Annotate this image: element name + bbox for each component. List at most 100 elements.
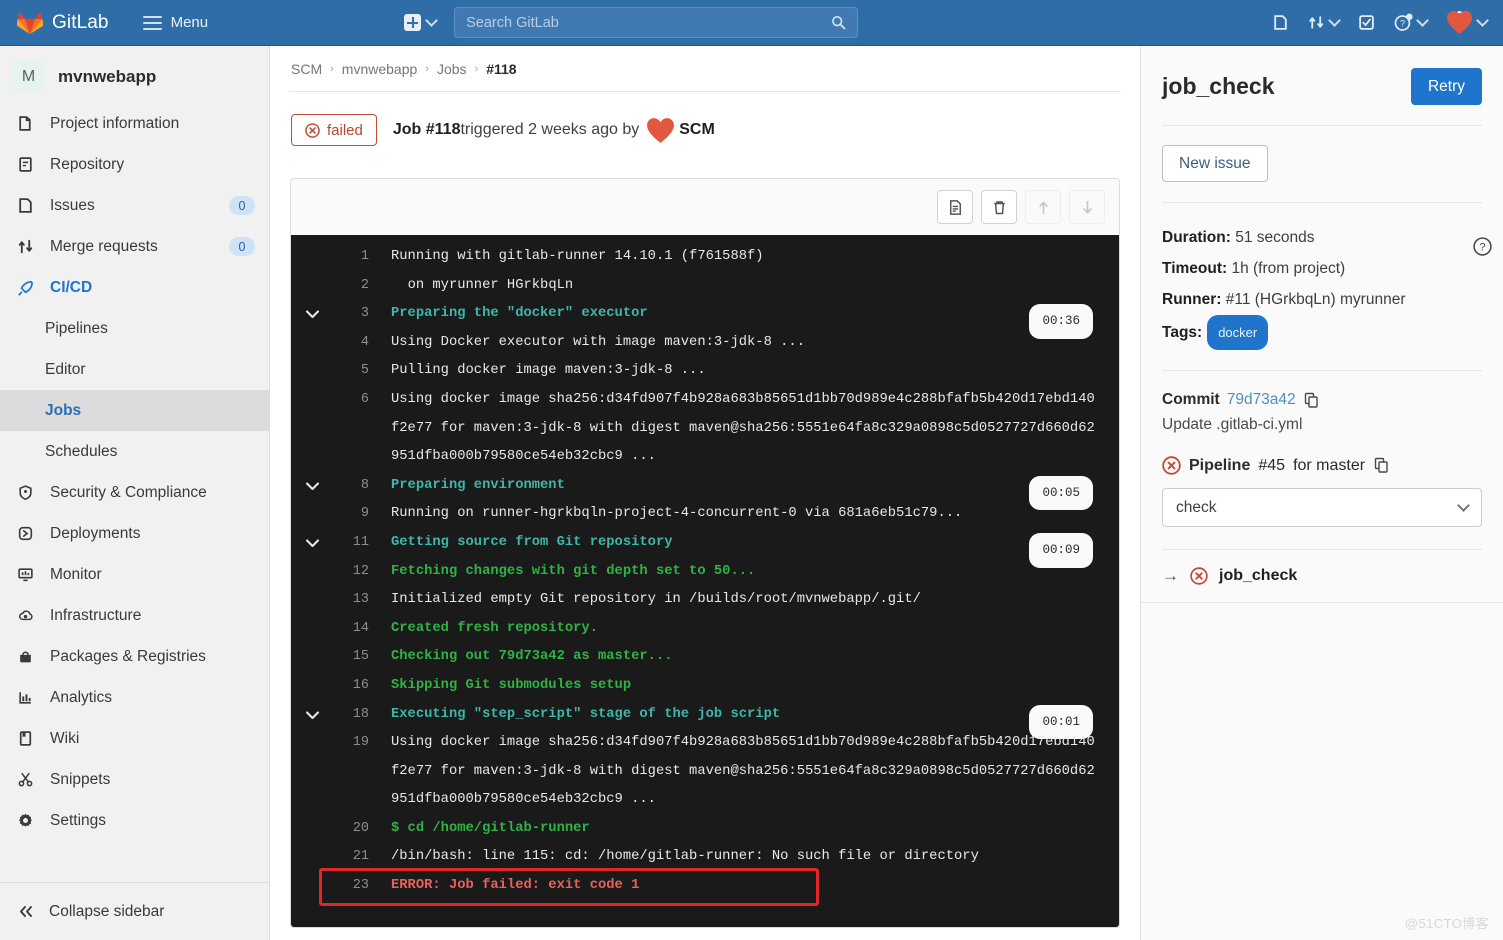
log-gutter [291, 558, 333, 567]
collapse-section-chevron-icon[interactable] [291, 529, 333, 549]
merge-requests-nav-icon[interactable] [1308, 14, 1341, 31]
failed-x-circle-icon [305, 122, 320, 138]
menu-label: Menu [170, 14, 209, 31]
help-icon[interactable]: ? [1472, 236, 1493, 257]
gitlab-brand-text: GitLab [52, 11, 109, 33]
log-line-text: Getting source from Git repository [391, 534, 673, 550]
log-line: 19 Using docker image sha256:d34fd907f4b9… [291, 729, 1119, 815]
arrow-down-icon [1082, 200, 1092, 213]
monitor-icon [16, 565, 35, 584]
sidebar-subitem-pipelines[interactable]: Pipelines [0, 308, 269, 349]
sidebar-item-label: Snippets [50, 770, 111, 788]
scroll-bottom-button[interactable] [1069, 190, 1105, 224]
copy-icon[interactable] [1373, 457, 1389, 474]
copy-icon[interactable] [1303, 392, 1319, 409]
new-issue-button[interactable]: New issue [1162, 145, 1268, 182]
sidebar-subitem-editor[interactable]: Editor [0, 349, 269, 390]
stage-job-name: job_check [1219, 567, 1298, 584]
stage-dropdown[interactable]: check [1162, 488, 1482, 527]
runner-label: Runner: [1162, 291, 1222, 308]
sidebar-project-header[interactable]: M mvnwebapp [0, 46, 269, 103]
watermark: @51CTO博客 [1404, 916, 1489, 931]
log-line-text: Initialized empty Git repository in /bui… [391, 592, 921, 608]
sidebar-item-settings[interactable]: Settings [0, 800, 269, 841]
sidebar-item-analytics[interactable]: Analytics [0, 677, 269, 718]
hamburger-icon [142, 15, 162, 30]
retry-button[interactable]: Retry [1410, 68, 1482, 105]
log-gutter [291, 643, 333, 652]
collapse-section-chevron-icon[interactable] [291, 472, 333, 492]
sidebar-item-snippets[interactable]: Snippets [0, 759, 269, 800]
collapse-sidebar-button[interactable]: Collapse sidebar [0, 882, 270, 940]
scroll-top-button[interactable] [1025, 190, 1061, 224]
user-menu[interactable] [1446, 10, 1489, 35]
status-badge[interactable]: failed [291, 114, 377, 146]
sidebar-nav-upper: Project information Repository Issues 0 [0, 103, 269, 308]
log-line-number: 4 [360, 334, 369, 350]
log-line-number: 2 [360, 277, 369, 293]
log-line: 21/bin/bash: line 115: cd: /home/gitlab-… [291, 843, 1119, 872]
sidebar-item-label: CI/CD [50, 278, 93, 296]
log-line-number: 5 [360, 363, 369, 379]
sidebar-item-ci-cd[interactable]: CI/CD [0, 267, 269, 308]
show-raw-button[interactable] [937, 190, 973, 224]
chevron-down-icon [1416, 14, 1429, 27]
double-chevron-left-icon [20, 906, 32, 917]
sidebar-item-infrastructure[interactable]: Infrastructure [0, 595, 269, 636]
search-icon [832, 16, 846, 30]
sidebar-item-packages-registries[interactable]: Packages & Registries [0, 636, 269, 677]
sidebar-subitem-schedules[interactable]: Schedules [0, 431, 269, 472]
pipeline-ref: for master [1293, 456, 1366, 474]
deployments-icon [16, 524, 35, 543]
job-log-output[interactable]: 1 Running with gitlab-runner 14.10.1 (f76… [291, 235, 1119, 927]
sidebar-item-security-compliance[interactable]: Security & Compliance [0, 472, 269, 513]
sidebar-item-monitor[interactable]: Monitor [0, 554, 269, 595]
breadcrumb-item-jobs[interactable]: Jobs [437, 61, 467, 77]
sidebar-item-wiki[interactable]: Wiki [0, 718, 269, 759]
log-line-number: 8 [360, 477, 369, 493]
log-line-text: on myrunner HGrkbqLn [391, 277, 574, 293]
global-search[interactable] [454, 7, 859, 38]
job-log-toolbar [291, 179, 1119, 235]
search-input[interactable] [466, 14, 832, 31]
top-navigation-bar: GitLab Menu Search GitLab ? [0, 0, 1503, 46]
commit-sha-link[interactable]: 79d73a42 [1227, 391, 1296, 409]
pipeline-id[interactable]: #45 [1258, 457, 1285, 475]
todos-nav-icon[interactable] [1358, 14, 1375, 31]
sidebar-item-repository[interactable]: Repository [0, 144, 269, 185]
gitlab-logo-link[interactable]: GitLab [0, 10, 109, 35]
breadcrumb-item-project[interactable]: mvnwebapp [342, 61, 418, 77]
stage-selected-value: check [1176, 498, 1217, 516]
rocket-icon [16, 278, 35, 297]
erase-log-button[interactable] [981, 190, 1017, 224]
collapse-section-chevron-icon[interactable] [291, 701, 333, 721]
help-nav-icon[interactable]: ? [1394, 13, 1429, 32]
tag-badge-docker[interactable]: docker [1207, 315, 1269, 350]
sidebar-item-issues[interactable]: Issues 0 [0, 185, 269, 226]
log-line-text: Using Docker executor with image maven:3… [391, 334, 805, 350]
breadcrumb-item-scm[interactable]: SCM [291, 61, 322, 77]
sidebar-item-merge-requests[interactable]: Merge requests 0 [0, 226, 269, 267]
gear-icon [16, 811, 35, 830]
log-line-number: 12 [352, 563, 369, 579]
sidebar-item-deployments[interactable]: Deployments [0, 513, 269, 554]
log-line-number: 1 [360, 249, 369, 264]
log-line: 14 Created fresh repository. [291, 615, 1119, 644]
sidebar-item-label: Deployments [50, 524, 141, 542]
failed-x-circle-icon [1162, 456, 1181, 475]
log-line-number: 19 [352, 735, 369, 751]
sidebar-subitem-jobs[interactable]: Jobs [0, 390, 269, 431]
project-avatar: M [12, 60, 45, 93]
create-new-dropdown[interactable] [404, 14, 438, 31]
sidebar-divider [1141, 602, 1503, 603]
collapse-section-chevron-icon[interactable] [291, 300, 333, 320]
status-badge-label: failed [327, 121, 363, 139]
log-line: 11 Getting source from Git repository 00:0… [291, 529, 1119, 568]
commit-block: Commit 79d73a42 Update .gitlab-ci.yml [1141, 371, 1503, 434]
log-line-text: Fetching changes with git depth set to 5… [391, 563, 756, 579]
issues-nav-icon[interactable] [1272, 14, 1289, 31]
main-menu-button[interactable]: Menu [142, 14, 209, 31]
arrow-right-icon: → [1162, 566, 1179, 585]
sidebar-item-project-information[interactable]: Project information [0, 103, 269, 144]
stage-job-item[interactable]: → job_check [1141, 550, 1503, 586]
